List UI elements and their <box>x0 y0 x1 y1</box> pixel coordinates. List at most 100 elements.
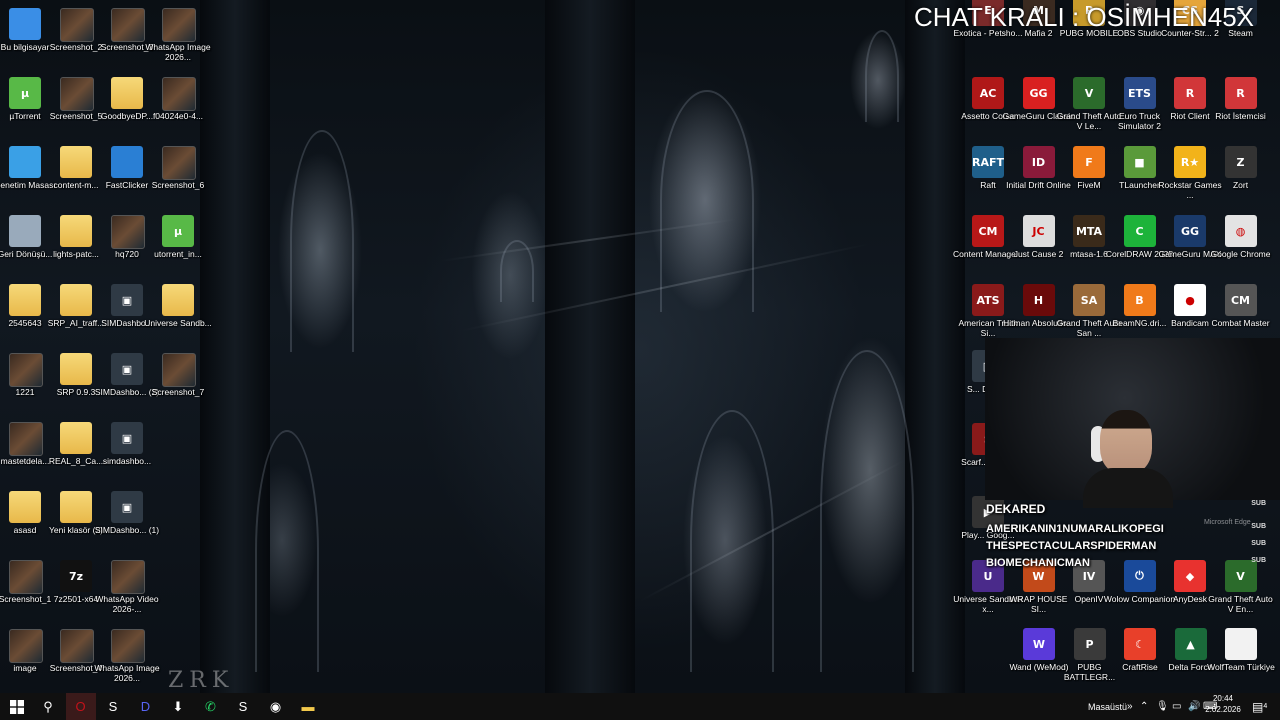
desktop-icon[interactable]: µ utorrent_in... <box>144 211 212 279</box>
folder-icon <box>60 284 92 316</box>
desktop-icon[interactable]: ▣ SIMDashbo... (1) <box>93 487 161 555</box>
desktop-icon[interactable]: Z Zort <box>1207 142 1275 210</box>
image-thumbnail <box>162 8 196 42</box>
wand-icon: W <box>1023 628 1055 660</box>
desktop-icon[interactable]: ◍ Google Chrome <box>1207 211 1275 279</box>
desktop-icon[interactable]: f04024e0-4... <box>144 73 212 141</box>
steam-icon[interactable]: S <box>98 693 128 720</box>
computer-icon <box>9 8 41 40</box>
desktop-icon-label: Combat Master <box>1211 318 1270 328</box>
wallpaper-pillar <box>545 0 635 693</box>
desktop-icon[interactable]: WolfTeam Türkiye <box>1207 624 1275 692</box>
folder-icon <box>60 146 92 178</box>
simdashboard-icon: ▣ <box>111 491 143 523</box>
desktop-icon-label: f04024e0-4... <box>152 111 204 121</box>
desktop-icon-label: WolfTeam Türkiye <box>1207 662 1275 672</box>
discord-icon[interactable]: D <box>131 693 161 720</box>
chat-user: THESPECTACULARSPIDERMAN <box>986 540 1157 552</box>
chat-king-overlay: CHAT KRALI : OSİMHEN45X <box>914 2 1255 32</box>
desktop-toolbar-label[interactable]: Masaüstü <box>1088 693 1127 720</box>
folder-icon <box>9 284 41 316</box>
desktop-icon-label: utorrent_in... <box>154 249 202 259</box>
control-panel-icon <box>9 146 41 178</box>
desktop-icon[interactable]: WhatsApp Image 2026... <box>144 4 212 72</box>
screenshot-thumbnail <box>111 8 145 42</box>
image-thumbnail <box>111 215 145 249</box>
toolbar-expand-icon[interactable]: » <box>1127 693 1133 720</box>
7zip-icon: 7z <box>60 560 92 592</box>
desktop-icon-label: Screenshot_7 <box>151 387 205 397</box>
desktop-icon-label: WhatsApp Image 2026... <box>94 663 160 683</box>
desktop-icon[interactable]: Universe Sandb... <box>144 280 212 348</box>
desktop-icon[interactable]: WhatsApp Video 2026-... <box>93 556 161 624</box>
folder-icon <box>9 491 41 523</box>
webcam-overlay <box>985 338 1280 508</box>
clock[interactable]: 20:44 2.02.2026 <box>1205 690 1241 717</box>
fastclicker-icon <box>111 146 143 178</box>
sub-badge: SUB <box>1251 540 1266 547</box>
combat-master-icon: CM <box>1224 284 1257 316</box>
wallpaper-window-arch <box>290 130 354 352</box>
desktop-icon-label: WhatsApp Image 2026... <box>145 42 211 62</box>
ets2-icon: ETS <box>1123 77 1156 109</box>
rockstar-icon: R★ <box>1174 146 1206 178</box>
image-thumbnail <box>9 422 43 456</box>
pubg-icon: P <box>1073 628 1106 660</box>
mta-icon: MTA <box>1073 215 1105 247</box>
steam-icon-2[interactable]: S <box>228 693 258 720</box>
opera-gx-icon[interactable]: O <box>65 693 96 720</box>
folder-icon <box>111 77 143 109</box>
wallpaper-window-arch <box>820 350 914 672</box>
simdashboard-icon: ▣ <box>111 353 143 385</box>
zort-icon: Z <box>1224 146 1257 178</box>
clock-date: 2.02.2026 <box>1205 704 1241 714</box>
microphone-icon[interactable]: 🎙 <box>1156 693 1169 720</box>
gameguru-icon: GG <box>1022 77 1055 109</box>
riot-client-icon: R <box>1224 77 1257 109</box>
whatsapp-icon[interactable]: ✆ <box>196 693 226 720</box>
craftrise-icon: ☾ <box>1124 628 1156 660</box>
chevron-up-icon[interactable]: ⌃ <box>1140 693 1148 720</box>
desktop-icon[interactable]: WhatsApp Image 2026... <box>93 625 161 693</box>
folder-icon <box>60 215 92 247</box>
notification-center-icon[interactable]: ▤ 4 <box>1252 693 1267 720</box>
search-icon[interactable]: ⚲ <box>33 693 63 720</box>
desktop-icon-label: Grand Theft Auto V En... <box>1208 594 1273 614</box>
wallpaper-window-arch <box>865 30 899 122</box>
windows-start-icon[interactable] <box>2 693 32 720</box>
folder-icon <box>60 353 92 385</box>
streamer-face <box>1100 410 1152 474</box>
clock-time: 20:44 <box>1212 693 1234 703</box>
obs-icon[interactable]: ◉ <box>261 693 291 720</box>
screenshot-thumbnail <box>60 8 94 42</box>
bandicam-icon: ● <box>1174 284 1206 316</box>
chrome-icon: ◍ <box>1224 215 1257 247</box>
chat-overlay: DEKARED SUB Microsoft Edge AMERIKANIN1NU… <box>982 499 1280 571</box>
desktop-icon[interactable]: Screenshot_6 <box>144 142 212 210</box>
delta-force-icon: ▲ <box>1174 628 1207 660</box>
fivem-icon: F <box>1073 146 1105 178</box>
wallpaper-window-arch <box>255 430 319 672</box>
image-thumbnail <box>111 629 145 663</box>
notification-count: 4 <box>1263 703 1268 710</box>
desktop-icon[interactable]: R Riot İstemcisi <box>1207 73 1275 141</box>
desktop-icon-label: Zort <box>1232 180 1249 190</box>
chat-user: BIOMECHANICMAN <box>986 557 1090 569</box>
store-icon[interactable]: ⬇ <box>163 693 193 720</box>
video-thumbnail <box>111 560 145 594</box>
tlauncher-icon: ■ <box>1123 146 1156 178</box>
chat-header: DEKARED <box>986 502 1046 516</box>
file-explorer-icon[interactable]: ▬ <box>293 693 323 720</box>
desktop-icon[interactable]: Screenshot_7 <box>144 349 212 417</box>
edge-label-behind: Microsoft Edge <box>1204 519 1251 526</box>
raft-icon: RAFT <box>972 146 1004 178</box>
volume-icon[interactable]: 🔊 <box>1188 693 1200 720</box>
sub-badge: SUB <box>1251 557 1266 564</box>
gta-sa-icon: SA <box>1073 284 1105 316</box>
desktop-icon[interactable]: ▣ simdashbo... <box>93 418 161 486</box>
network-icon[interactable]: ▭ <box>1172 693 1181 720</box>
beamng-icon: B <box>1123 284 1156 316</box>
desktop-icon-label: SIMDashbo... (1) <box>94 525 160 535</box>
screenshot-thumbnail <box>9 560 43 594</box>
folder-icon <box>162 284 194 316</box>
